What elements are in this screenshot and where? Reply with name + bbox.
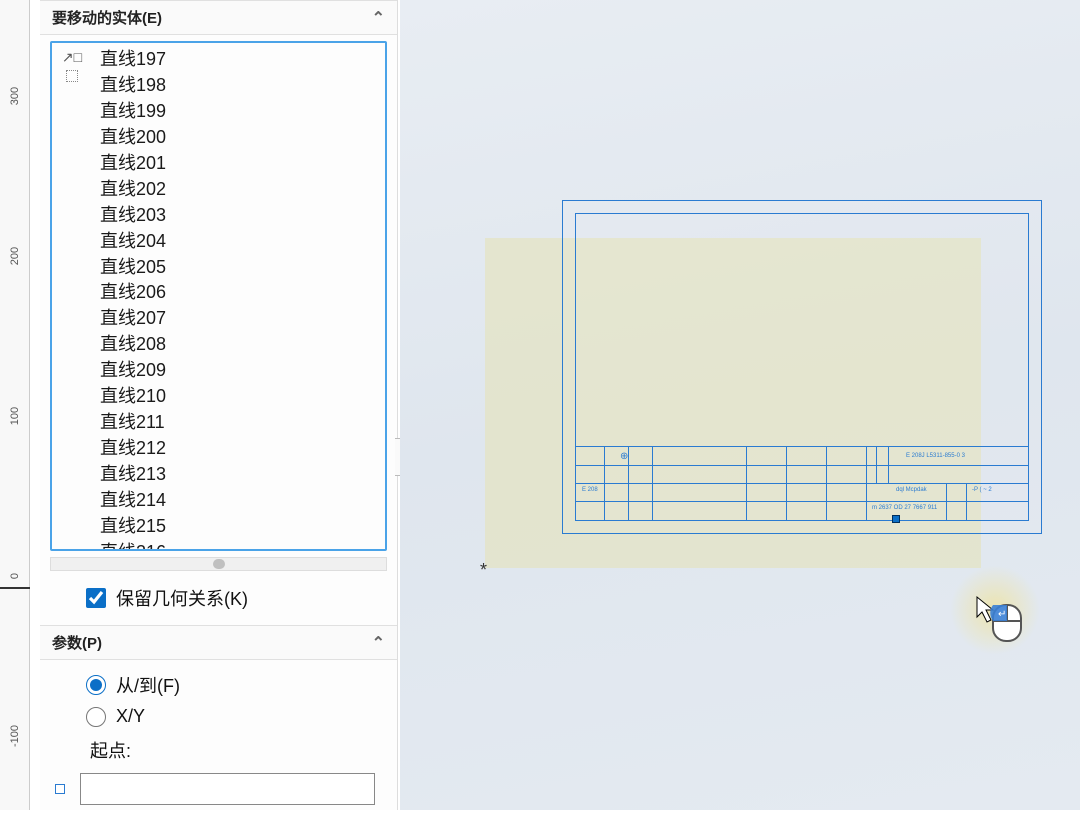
origin-label: 起点: xyxy=(86,731,385,773)
list-item[interactable]: 直线198 xyxy=(92,73,385,99)
list-item[interactable]: 直线205 xyxy=(92,255,385,281)
tb-text: -P ( ~ 2 xyxy=(972,487,992,493)
ruler-origin-marker xyxy=(0,587,30,589)
radio-xy[interactable] xyxy=(86,707,106,727)
list-item[interactable]: 直线203 xyxy=(92,203,385,229)
origin-input-row xyxy=(50,773,385,805)
entity-selection-box: ↗□ 直线197 直线198 直线199 直线200 直线201 直线202 直… xyxy=(50,41,387,551)
list-item[interactable]: 直线216 xyxy=(92,540,385,549)
list-item[interactable]: 直线202 xyxy=(92,177,385,203)
params-body: 从/到(F) X/Y 起点: xyxy=(40,660,397,817)
entity-list[interactable]: 直线197 直线198 直线199 直线200 直线201 直线202 直线20… xyxy=(92,43,385,549)
list-item[interactable]: 直线212 xyxy=(92,436,385,462)
chevron-up-icon: ⌃ xyxy=(372,633,385,653)
origin-marker-icon: * xyxy=(480,560,487,581)
list-item[interactable]: 直线199 xyxy=(92,99,385,125)
drawing-canvas[interactable]: ⊕ E 208 E 208J L5311-855-0 3 dql Mcpdak … xyxy=(400,0,1080,810)
radio-from-to[interactable] xyxy=(86,675,106,695)
title-block: ⊕ E 208 E 208J L5311-855-0 3 dql Mcpdak … xyxy=(576,446,1028,520)
popout-icon[interactable]: ↗□ xyxy=(62,49,82,66)
mouse-cursor-icon: ↵ xyxy=(975,595,1027,647)
svg-text:↵: ↵ xyxy=(998,609,1006,620)
ruler-tick-100: 100 xyxy=(9,403,21,429)
select-icon[interactable] xyxy=(66,70,78,82)
list-item[interactable]: 直线208 xyxy=(92,332,385,358)
ruler-tick-200: 200 xyxy=(9,243,21,269)
chevron-up-icon: ⌃ xyxy=(372,8,385,28)
entities-section-title: 要移动的实体(E) xyxy=(52,7,162,28)
params-section-title: 参数(P) xyxy=(52,632,102,653)
list-item[interactable]: 直线209 xyxy=(92,358,385,384)
radio-from-to-label: 从/到(F) xyxy=(116,672,180,698)
entities-section-header[interactable]: 要移动的实体(E) ⌃ xyxy=(40,0,397,35)
point-icon xyxy=(50,779,70,799)
tb-text: dql Mcpdak xyxy=(896,487,927,493)
list-item[interactable]: 直线215 xyxy=(92,514,385,540)
ruler-tick-300: 300 xyxy=(9,83,21,109)
keep-relations-row[interactable]: 保留几何关系(K) xyxy=(40,579,397,625)
radio-from-to-row[interactable]: 从/到(F) xyxy=(86,668,385,702)
list-item[interactable]: 直线210 xyxy=(92,384,385,410)
snap-point-handle[interactable] xyxy=(892,515,900,523)
tb-logo: ⊕ xyxy=(620,451,628,462)
entity-tool-column: ↗□ xyxy=(52,43,92,549)
tb-text: E 208J L5311-855-0 3 xyxy=(906,453,965,459)
ruler-tick-0: 0 xyxy=(9,563,21,589)
radio-xy-row[interactable]: X/Y xyxy=(86,702,385,731)
list-item[interactable]: 直线213 xyxy=(92,462,385,488)
keep-relations-checkbox[interactable] xyxy=(86,588,106,608)
ruler-tick-n100: -100 xyxy=(9,723,21,749)
tb-text: E 208 xyxy=(582,487,598,493)
params-section-header[interactable]: 参数(P) ⌃ xyxy=(40,625,397,660)
list-item[interactable]: 直线207 xyxy=(92,306,385,332)
cursor-highlight: ↵ xyxy=(940,565,1050,665)
origin-input[interactable] xyxy=(80,773,375,805)
tb-text: m 2637 OD 27 7667 911 xyxy=(872,505,937,511)
vertical-ruler: 300 200 100 0 -100 xyxy=(0,0,30,810)
list-item[interactable]: 直线200 xyxy=(92,125,385,151)
list-item[interactable]: 直线201 xyxy=(92,151,385,177)
list-item[interactable]: 直线214 xyxy=(92,488,385,514)
list-item[interactable]: 直线197 xyxy=(92,47,385,73)
drawing-sheet-border-inner: ⊕ E 208 E 208J L5311-855-0 3 dql Mcpdak … xyxy=(575,213,1029,521)
radio-xy-label: X/Y xyxy=(116,706,145,727)
keep-relations-label: 保留几何关系(K) xyxy=(116,585,248,611)
list-item[interactable]: 直线206 xyxy=(92,280,385,306)
list-item[interactable]: 直线204 xyxy=(92,229,385,255)
property-panel: 要移动的实体(E) ⌃ ↗□ 直线197 直线198 直线199 直线200 直… xyxy=(40,0,398,810)
drawing-sheet-border-outer: ⊕ E 208 E 208J L5311-855-0 3 dql Mcpdak … xyxy=(562,200,1042,534)
scrollbar-thumb[interactable] xyxy=(213,559,225,569)
list-item[interactable]: 直线211 xyxy=(92,410,385,436)
horizontal-scrollbar[interactable] xyxy=(50,557,387,571)
